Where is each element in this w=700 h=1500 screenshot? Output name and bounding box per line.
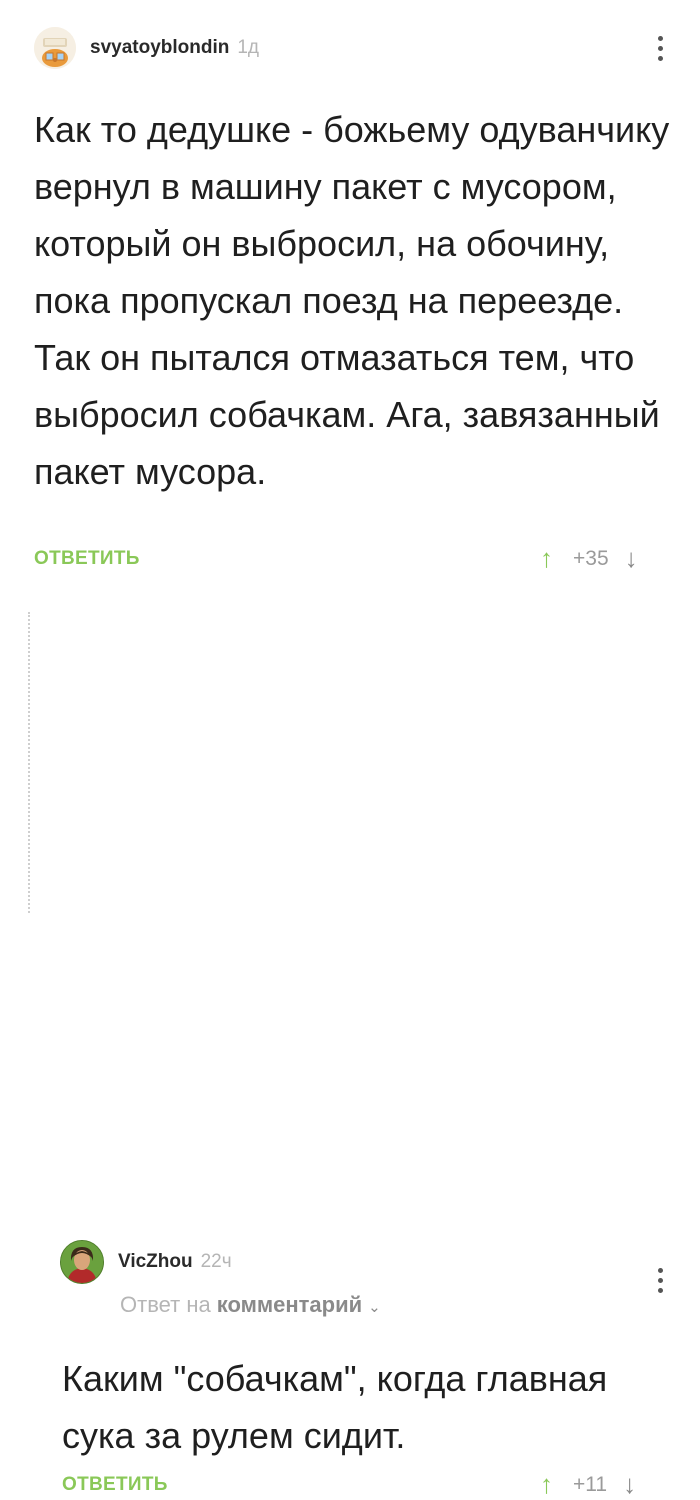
more-vertical-icon[interactable]	[657, 1268, 663, 1293]
user-photo-avatar-icon	[61, 1241, 103, 1283]
avatar[interactable]	[60, 1240, 104, 1284]
comment-header: svyatoyblondin 1д	[34, 26, 259, 70]
comment: svyatoyblondin 1д Как то дедушке - божье…	[0, 0, 700, 600]
timestamp: 1д	[237, 37, 260, 58]
comment-text: Как то дедушке - божьему одуванчику верн…	[34, 109, 670, 492]
comment-header: VicZhou 22ч	[60, 1240, 232, 1284]
reply-to-info: Ответ на комментарий ⌄	[120, 1292, 381, 1318]
score: +11	[573, 1472, 608, 1496]
author-name[interactable]: VicZhou	[118, 1251, 193, 1273]
reply-comment: VicZhou 22ч Ответ на комментарий ⌄ Каким "…	[0, 612, 700, 1499]
chevron-down-icon[interactable]: ⌄	[368, 1299, 381, 1316]
cartoon-avatar-icon	[34, 27, 76, 69]
arrow-down-icon[interactable]: ↓	[623, 1469, 636, 1500]
score: +35	[573, 546, 609, 570]
arrow-up-icon[interactable]: ↑	[540, 543, 553, 574]
comment-text: Каким "собачкам", когда главная сука за …	[62, 1358, 608, 1456]
reply-to-prefix: Ответ на	[120, 1292, 211, 1317]
more-vertical-icon[interactable]	[657, 36, 663, 61]
vote-control: ↑ +35 ↓	[540, 543, 638, 574]
reply-to-link[interactable]: комментарий	[217, 1292, 362, 1317]
arrow-up-icon[interactable]: ↑	[540, 1469, 553, 1500]
reply-button[interactable]: ОТВЕТИТЬ	[34, 548, 140, 570]
vote-control: ↑ +11 ↓	[540, 1469, 636, 1500]
author-name[interactable]: svyatoyblondin	[90, 37, 229, 59]
timestamp: 22ч	[200, 1251, 232, 1272]
avatar[interactable]	[34, 27, 76, 69]
arrow-down-icon[interactable]: ↓	[625, 543, 638, 574]
reply-button[interactable]: ОТВЕТИТЬ	[62, 1474, 168, 1496]
